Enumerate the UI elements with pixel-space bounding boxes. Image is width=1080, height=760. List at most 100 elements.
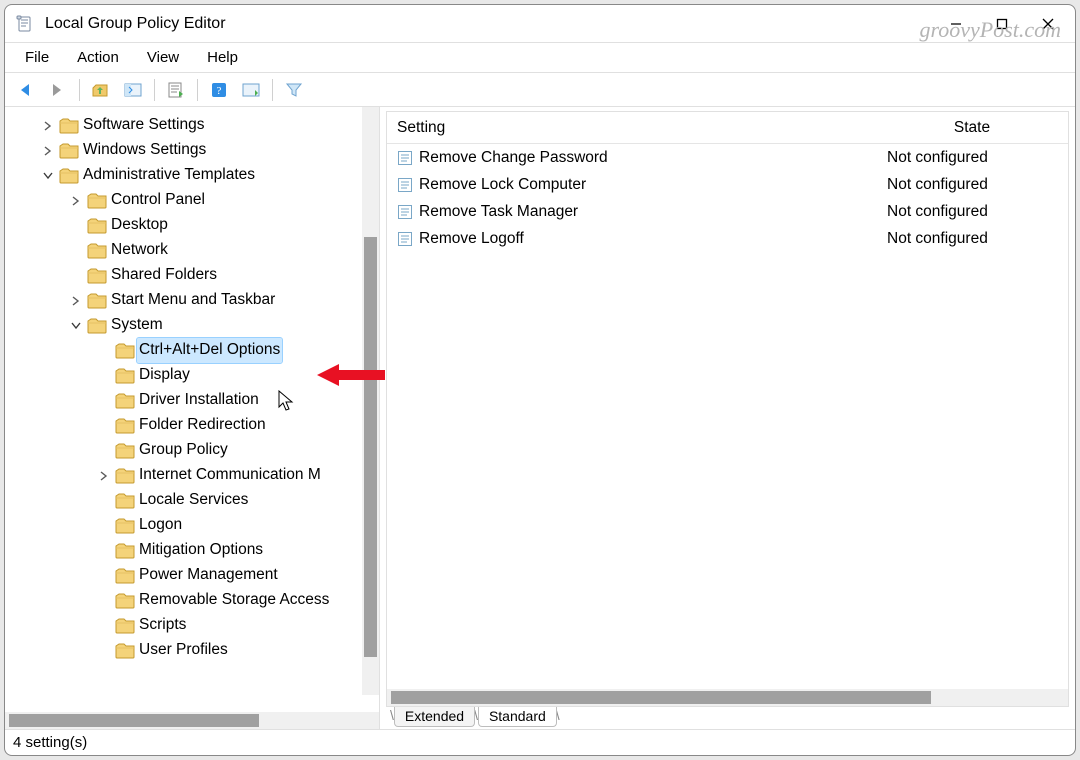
filter-button[interactable] <box>279 76 309 104</box>
tree-node[interactable]: Shared Folders <box>5 263 379 288</box>
setting-name: Remove Task Manager <box>419 203 578 221</box>
maximize-button[interactable] <box>979 6 1025 42</box>
folder-icon <box>115 368 133 383</box>
policy-setting-icon <box>397 204 413 220</box>
window-title: Local Group Policy Editor <box>45 15 226 33</box>
tree-node[interactable]: Start Menu and Taskbar <box>5 288 379 313</box>
chevron-right-icon[interactable] <box>41 144 55 158</box>
tree-node[interactable]: Logon <box>5 513 379 538</box>
tree-node-label: Power Management <box>139 563 278 588</box>
tree-node[interactable]: Scripts <box>5 613 379 638</box>
tree-node-label: Start Menu and Taskbar <box>111 288 275 313</box>
tree-node[interactable]: Mitigation Options <box>5 538 379 563</box>
up-one-level-button[interactable] <box>86 76 116 104</box>
settings-list[interactable]: Setting State Remove Change Password Not … <box>386 111 1069 707</box>
options-button[interactable] <box>236 76 266 104</box>
tree-node[interactable]: Software Settings <box>5 113 379 138</box>
tree-node[interactable]: Display <box>5 363 379 388</box>
statusbar: 4 setting(s) <box>5 729 1075 755</box>
tree-node-label: Administrative Templates <box>83 163 255 188</box>
tree-node[interactable]: Folder Redirection <box>5 413 379 438</box>
tree-node-label: Removable Storage Access <box>139 588 329 613</box>
setting-state: Not configured <box>887 176 988 194</box>
tree-node-label: Software Settings <box>83 113 204 138</box>
tree-node-label: Driver Installation <box>139 388 259 413</box>
tab-standard[interactable]: Standard <box>478 707 557 727</box>
nav-forward-button[interactable] <box>43 76 73 104</box>
folder-icon <box>115 393 133 408</box>
folder-icon <box>59 118 77 133</box>
tree-node-label: Windows Settings <box>83 138 206 163</box>
tree-node-label: Mitigation Options <box>139 538 263 563</box>
tree-vertical-scrollbar[interactable] <box>362 107 379 695</box>
tree-node[interactable]: Driver Installation <box>5 388 379 413</box>
tree-node-label: Locale Services <box>139 488 248 513</box>
tree-node-label: Logon <box>139 513 182 538</box>
status-text: 4 setting(s) <box>13 734 87 751</box>
toolbar: ? <box>5 73 1075 107</box>
chevron-right-icon[interactable] <box>69 194 83 208</box>
column-state[interactable]: State <box>877 112 1068 143</box>
chevron-right-icon[interactable] <box>41 119 55 133</box>
list-horizontal-scrollbar[interactable] <box>387 689 1068 706</box>
folder-icon <box>87 193 105 208</box>
tree-node-label: Display <box>139 363 190 388</box>
titlebar: Local Group Policy Editor <box>5 5 1075 43</box>
menu-action[interactable]: Action <box>63 43 133 72</box>
tree-panel: Software Settings Windows Settings Admin… <box>5 107 380 729</box>
view-tabs: \ Extended \ Standard \ <box>386 707 1069 729</box>
folder-icon <box>115 343 133 358</box>
menu-view[interactable]: View <box>133 43 193 72</box>
folder-icon <box>115 618 133 633</box>
setting-state: Not configured <box>887 149 988 167</box>
nav-back-button[interactable] <box>11 76 41 104</box>
folder-icon <box>115 593 133 608</box>
tree-node[interactable]: System <box>5 313 379 338</box>
tree-node[interactable]: Windows Settings <box>5 138 379 163</box>
folder-icon <box>87 293 105 308</box>
menu-file[interactable]: File <box>11 43 63 72</box>
tree-node[interactable]: Administrative Templates <box>5 163 379 188</box>
console-tree[interactable]: Software Settings Windows Settings Admin… <box>5 113 379 663</box>
close-button[interactable] <box>1025 6 1071 42</box>
tree-node[interactable]: Desktop <box>5 213 379 238</box>
folder-icon <box>115 418 133 433</box>
folder-icon <box>87 318 105 333</box>
chevron-down-icon[interactable] <box>41 169 55 183</box>
tree-node[interactable]: Removable Storage Access <box>5 588 379 613</box>
tree-horizontal-scrollbar[interactable] <box>5 712 379 729</box>
column-headers[interactable]: Setting State <box>387 112 1068 144</box>
tree-node[interactable]: Ctrl+Alt+Del Options <box>5 338 379 363</box>
tree-node-label: Control Panel <box>111 188 205 213</box>
tree-node-label: Group Policy <box>139 438 228 463</box>
tree-node[interactable]: User Profiles <box>5 638 379 663</box>
settings-row[interactable]: Remove Change Password Not configured <box>387 144 1068 171</box>
chevron-down-icon[interactable] <box>69 319 83 333</box>
body: Software Settings Windows Settings Admin… <box>5 107 1075 729</box>
column-setting[interactable]: Setting <box>387 112 877 143</box>
chevron-right-icon[interactable] <box>97 469 111 483</box>
tree-node[interactable]: Internet Communication M <box>5 463 379 488</box>
settings-row[interactable]: Remove Lock ComputerNot configured <box>387 171 1068 198</box>
tree-node[interactable]: Locale Services <box>5 488 379 513</box>
help-button[interactable]: ? <box>204 76 234 104</box>
svg-text:?: ? <box>217 85 222 97</box>
tree-node[interactable]: Control Panel <box>5 188 379 213</box>
folder-icon <box>115 643 133 658</box>
tree-node-label: Network <box>111 238 168 263</box>
chevron-right-icon[interactable] <box>69 294 83 308</box>
menu-help[interactable]: Help <box>193 43 252 72</box>
settings-row[interactable]: Remove LogoffNot configured <box>387 225 1068 252</box>
tree-node-label: Folder Redirection <box>139 413 266 438</box>
tree-node[interactable]: Network <box>5 238 379 263</box>
show-hide-tree-button[interactable] <box>118 76 148 104</box>
minimize-button[interactable] <box>933 6 979 42</box>
folder-icon <box>115 443 133 458</box>
tree-node[interactable]: Power Management <box>5 563 379 588</box>
setting-name: Remove Change Password <box>419 149 608 167</box>
tree-node-label: Scripts <box>139 613 186 638</box>
tab-extended[interactable]: Extended <box>394 707 475 727</box>
settings-row[interactable]: Remove Task ManagerNot configured <box>387 198 1068 225</box>
export-list-button[interactable] <box>161 76 191 104</box>
tree-node[interactable]: Group Policy <box>5 438 379 463</box>
